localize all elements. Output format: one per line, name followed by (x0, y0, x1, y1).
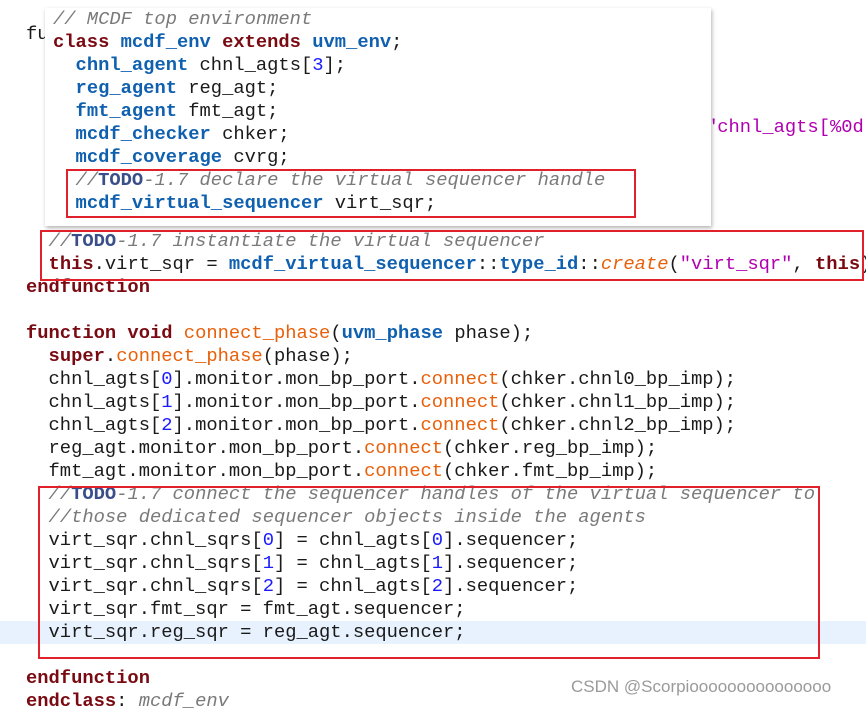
code-token-p (53, 54, 76, 76)
code-token-p (53, 100, 76, 122)
code-token-t: fmt_agent (75, 100, 189, 122)
code-line: chnl_agts[0].monitor.mon_bp_port.connect… (26, 368, 737, 391)
code-line: endclass: mcdf_env (26, 690, 229, 713)
highlight-box-declare (66, 169, 636, 218)
code-token-t: uvm_phase (341, 322, 455, 344)
code-line: // MCDF top environment (53, 8, 312, 31)
code-token-p: ; (391, 31, 403, 53)
code-token-p: ( (330, 322, 342, 344)
code-token-m: connect (364, 460, 444, 482)
code-token-p: (chker.chnl1_bp_imp); (499, 391, 737, 413)
code-line: chnl_agts[1].monitor.mon_bp_port.connect… (26, 391, 737, 414)
code-token-m: connect_phase (116, 345, 263, 367)
code-token-n: 3 (312, 54, 324, 76)
watermark: CSDN @Scorpiooooooooooooooo (571, 677, 832, 696)
code-token-p: ].monitor.mon_bp_port. (172, 391, 421, 413)
code-token-p (53, 123, 76, 145)
code-token-m: connect_phase (183, 322, 331, 344)
code-token-c: // MCDF top environment (53, 8, 313, 30)
code-token-t: mcdf_env (120, 31, 223, 53)
code-token-p: chnl_agts[ (199, 54, 313, 76)
highlight-box-instantiate (40, 230, 864, 281)
code-token-p: chnl_agts[ (26, 368, 162, 390)
code-token-k: extends (222, 31, 313, 53)
code-token-k: super (48, 345, 105, 367)
code-token-p: (phase); (262, 345, 353, 367)
code-token-k: function void (26, 322, 184, 344)
code-token-p: (chker.chnl0_bp_imp); (499, 368, 737, 390)
code-token-p: : (116, 690, 139, 712)
code-token-p (26, 345, 49, 367)
code-token-p: ].monitor.mon_bp_port. (172, 414, 421, 436)
code-line: reg_agent reg_agt; (53, 77, 279, 100)
code-line: mcdf_checker chker; (53, 123, 290, 146)
code-token-k: endclass (26, 690, 117, 712)
code-token-p: reg_agt; (188, 77, 279, 99)
code-token-n: 0 (161, 368, 173, 390)
code-token-t: reg_agent (75, 77, 189, 99)
code-token-p: ]; (323, 54, 347, 76)
code-line: chnl_agent chnl_agts[3]; (53, 54, 347, 77)
code-token-p: fmt_agt.monitor.mon_bp_port. (26, 460, 365, 482)
code-line: mcdf_coverage cvrg; (53, 146, 290, 169)
code-token-n: 1 (161, 391, 173, 413)
code-line: reg_agt.monitor.mon_bp_port.connect(chke… (26, 437, 658, 460)
code-token-n: 2 (161, 414, 173, 436)
code-token-p: cvrg; (233, 146, 290, 168)
code-token-t: mcdf_coverage (75, 146, 234, 168)
code-line: fmt_agent fmt_agt; (53, 100, 279, 123)
code-token-p: (chker.chnl2_bp_imp); (499, 414, 737, 436)
code-token-p: chnl_agts[ (26, 391, 162, 413)
code-token-p: fmt_agt; (188, 100, 279, 122)
code-line: chnl_agts[2].monitor.mon_bp_port.connect… (26, 414, 737, 437)
code-token-p: (chker.reg_bp_imp); (443, 437, 658, 459)
code-token-m: connect (420, 414, 500, 436)
background-string-fragment: "chnl_agts[%0d (706, 116, 864, 138)
code-token-k: class (53, 31, 121, 53)
code-token-p: phase); (454, 322, 534, 344)
code-line: fmt_agt.monitor.mon_bp_port.connect(chke… (26, 460, 658, 483)
code-token-p (53, 77, 76, 99)
code-token-p: chnl_agts[ (26, 414, 162, 436)
code-token-p: . (104, 345, 117, 367)
code-token-t: mcdf_checker (75, 123, 223, 145)
code-token-p: reg_agt.monitor.mon_bp_port. (26, 437, 365, 459)
code-line: class mcdf_env extends uvm_env; (53, 31, 402, 54)
code-token-t: uvm_env (312, 31, 392, 53)
code-line: endfunction (26, 667, 150, 690)
code-token-p: chker; (222, 123, 290, 145)
code-token-m: connect (364, 437, 444, 459)
code-token-p: (chker.fmt_bp_imp); (443, 460, 658, 482)
highlight-box-connect (38, 486, 820, 659)
code-token-m: connect (420, 391, 500, 413)
code-token-c: mcdf_env (138, 690, 229, 712)
code-line: super.connect_phase(phase); (26, 345, 353, 368)
code-token-p: ].monitor.mon_bp_port. (172, 368, 421, 390)
code-token-p (53, 146, 76, 168)
code-token-k: endfunction (26, 667, 150, 689)
code-line: function void connect_phase(uvm_phase ph… (26, 322, 533, 345)
code-token-t: chnl_agent (75, 54, 200, 76)
code-token-m: connect (420, 368, 500, 390)
